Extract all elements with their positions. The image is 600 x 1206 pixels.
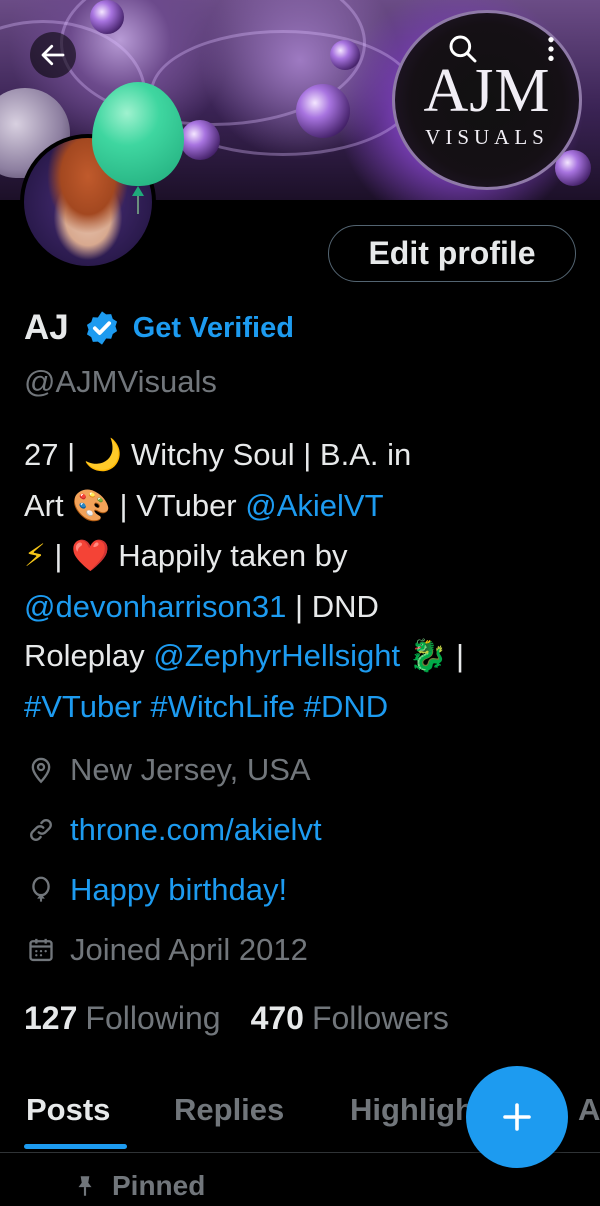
location-text: New Jersey, USA [70, 752, 311, 787]
website-link[interactable]: throne.com/akielvt [70, 812, 322, 848]
banner-orb [296, 84, 350, 138]
link-icon [24, 813, 58, 847]
joined-text: Joined April 2012 [70, 932, 308, 967]
dragon-emoji: 🐉 [408, 638, 448, 674]
bio-line: 27 | 🌙 Witchy Soul | B.A. in [24, 430, 580, 481]
pinned-indicator: Pinned [72, 1166, 205, 1206]
bio-text: Happily taken by [109, 538, 348, 573]
followers-count: 470 [250, 999, 304, 1036]
bio-text: | DND [286, 588, 379, 624]
back-button[interactable] [30, 32, 76, 78]
bio-text: Witchy Soul | B.A. in [122, 437, 412, 472]
active-tab-indicator [24, 1144, 127, 1149]
lightning-emoji: ⚡ [24, 538, 46, 574]
hashtag-dnd[interactable]: #DND [304, 689, 388, 724]
more-vertical-icon [548, 37, 554, 61]
bio-line: ⚡ | ❤️ Happily taken by [24, 531, 580, 582]
bio-line: Roleplay @ZephyrHellsight 🐉 | [24, 631, 580, 682]
hashtag-vtuber[interactable]: #VTuber [24, 689, 142, 724]
balloon-knot [132, 186, 144, 196]
banner-orb [180, 120, 220, 160]
bio-line: #VTuber #WitchLife #DND [24, 682, 580, 732]
get-verified-link[interactable]: Get Verified [133, 312, 294, 345]
user-handle: @AJMVisuals [24, 364, 217, 399]
mention-akielvt[interactable]: @AkielVT [245, 488, 383, 523]
logo-main-text: AJM [423, 56, 551, 125]
balloon-icon [24, 873, 58, 907]
tab-replies[interactable]: Replies [174, 1092, 284, 1128]
more-options-button[interactable] [528, 26, 574, 72]
birthday-row: Happy birthday! [24, 868, 287, 912]
follow-stats: 127 Following 470 Followers [24, 996, 449, 1040]
verified-badge-icon[interactable] [83, 309, 121, 347]
bio-text: 27 | [24, 437, 84, 472]
bio-line: Art 🎨 | VTuber @AkielVT [24, 481, 580, 532]
joined-row: Joined April 2012 [24, 928, 308, 972]
pin-icon [72, 1172, 98, 1200]
plus-icon [503, 1103, 531, 1131]
hashtag-witchlife[interactable]: #WitchLife [150, 689, 295, 724]
calendar-icon [24, 933, 58, 967]
search-icon [449, 35, 477, 63]
bio-text: Roleplay [24, 638, 154, 673]
bio-text: | [45, 538, 72, 573]
mention-devonharrison31[interactable]: @devonharrison31 [24, 589, 286, 624]
pinned-label: Pinned [112, 1170, 206, 1201]
bio-text: | VTuber [110, 487, 246, 523]
mention-zephyrhellsight[interactable]: @ZephyrHellsight [153, 638, 400, 673]
following-link[interactable]: 127 Following [24, 1000, 221, 1037]
birthday-link[interactable]: Happy birthday! [70, 872, 287, 908]
edit-profile-button[interactable]: Edit profile [328, 225, 576, 282]
bio-line: @devonharrison31 | DND [24, 582, 580, 632]
following-label: Following [85, 999, 221, 1036]
search-button[interactable] [440, 26, 486, 72]
followers-link[interactable]: 470 Followers [251, 1000, 449, 1037]
following-count: 127 [24, 999, 78, 1036]
banner-orb [330, 40, 360, 70]
arrow-left-icon [41, 44, 65, 66]
compose-post-button[interactable] [466, 1066, 568, 1168]
display-name: AJ [24, 308, 69, 347]
bio-text: | [447, 638, 464, 673]
profile-bio: 27 | 🌙 Witchy Soul | B.A. in Art 🎨 | VTu… [24, 430, 580, 731]
location-row: New Jersey, USA [24, 748, 311, 792]
followers-label: Followers [311, 999, 449, 1036]
name-row: AJ Get Verified [24, 304, 294, 352]
bio-text: Art [24, 487, 73, 523]
banner-orb [90, 0, 124, 34]
tab-articles[interactable]: Articles [578, 1092, 600, 1128]
location-pin-icon [24, 753, 58, 787]
balloon-string [137, 196, 139, 214]
heart-emoji: ❤️ [71, 538, 110, 574]
website-row: throne.com/akielvt [24, 808, 322, 852]
logo-sub-text: VISUALS [425, 124, 549, 149]
crescent-moon-emoji: 🌙 [83, 437, 123, 473]
tab-posts[interactable]: Posts [26, 1092, 110, 1128]
palette-emoji: 🎨 [72, 487, 111, 524]
tab-highlights[interactable]: Highlights [350, 1092, 470, 1128]
